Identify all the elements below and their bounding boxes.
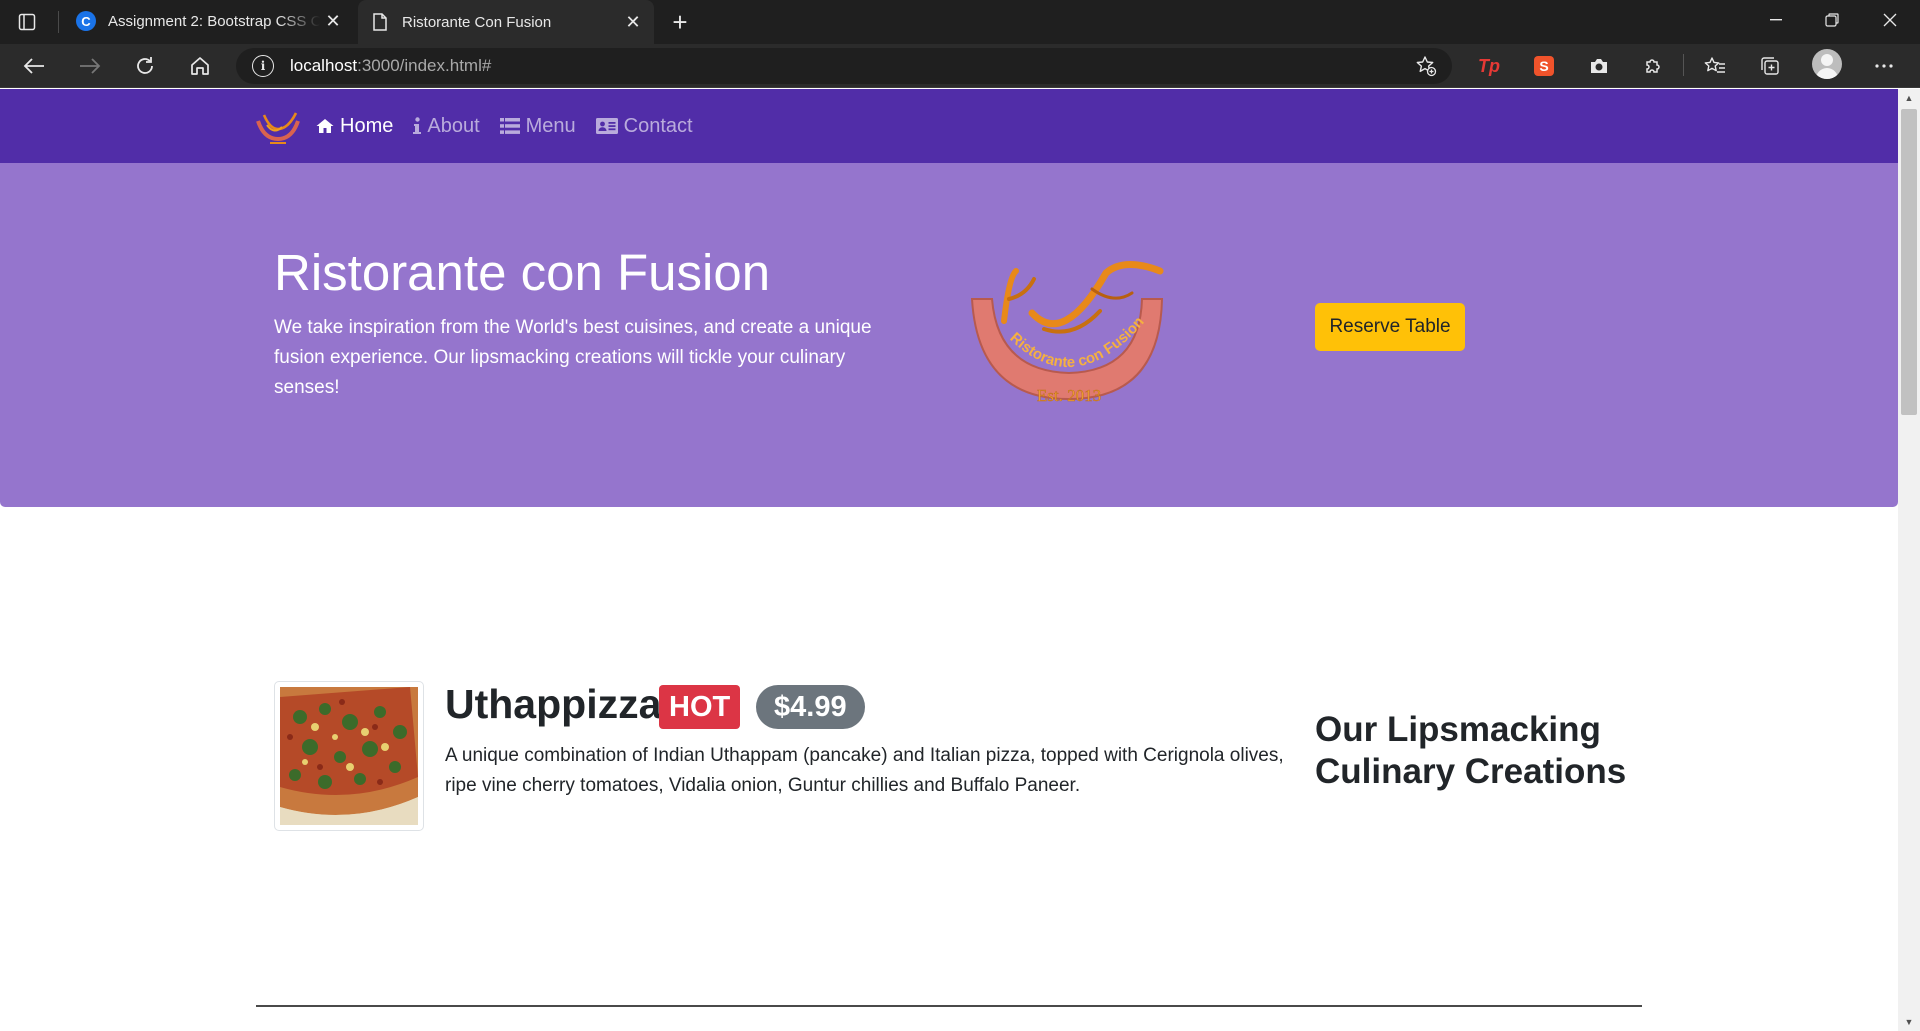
profile-avatar[interactable] xyxy=(1812,49,1842,79)
tab-ristorante[interactable]: Ristorante Con Fusion ✕ xyxy=(358,0,654,44)
browser-tab-strip: C Assignment 2: Bootstrap CSS Components… xyxy=(0,0,1920,44)
favorites-icon[interactable] xyxy=(1700,52,1730,80)
page-icon xyxy=(370,12,390,32)
site-navbar: Home About Menu Contact xyxy=(0,89,1898,163)
tab-separator xyxy=(58,11,59,33)
reserve-table-button[interactable]: Reserve Table xyxy=(1315,303,1465,351)
camera-icon[interactable] xyxy=(1584,52,1614,80)
jumbotron-title: Ristorante con Fusion xyxy=(274,244,771,301)
url-text: localhost:3000/index.html# xyxy=(290,56,492,75)
pizza-image xyxy=(280,687,418,825)
home-button[interactable] xyxy=(182,49,218,83)
nav-about[interactable]: About xyxy=(413,114,480,138)
dish-thumbnail[interactable] xyxy=(274,681,424,831)
dish-title: Uthappizza xyxy=(445,681,662,727)
address-card-icon xyxy=(595,118,618,134)
section-divider xyxy=(256,1005,1642,1007)
hot-badge: HOT xyxy=(659,685,741,729)
close-icon[interactable]: ✕ xyxy=(320,8,346,34)
jumbotron-text: We take inspiration from the World's bes… xyxy=(274,317,872,398)
nav-contact[interactable]: Contact xyxy=(595,114,693,138)
add-favorite-icon[interactable] xyxy=(1414,54,1438,78)
address-bar-row: i localhost:3000/index.html# Tp S xyxy=(0,44,1920,88)
page-viewport: Home About Menu Contact Ristorante con F… xyxy=(0,89,1898,1031)
nav-contact-label: Contact xyxy=(623,114,693,137)
scroll-thumb[interactable] xyxy=(1901,109,1917,415)
tp-extension-icon[interactable]: Tp xyxy=(1474,52,1504,80)
reload-button[interactable] xyxy=(127,49,163,83)
more-menu-icon[interactable] xyxy=(1869,52,1899,80)
nav-home[interactable]: Home xyxy=(316,115,393,138)
restaurant-logo: Ristorante con Fusion Est. 2013 xyxy=(970,261,1164,405)
address-bar[interactable]: i localhost:3000/index.html# xyxy=(236,48,1452,84)
nav-menu[interactable]: Menu xyxy=(499,114,576,138)
section-heading: Our Lipsmacking Culinary Creations xyxy=(1315,710,1627,791)
s-extension-icon[interactable]: S xyxy=(1529,52,1559,80)
nav-about-label: About xyxy=(427,114,480,137)
tab-title: Assignment 2: Bootstrap CSS Components xyxy=(108,12,320,30)
brand-logo[interactable] xyxy=(254,109,302,147)
close-icon[interactable]: ✕ xyxy=(620,9,646,35)
jumbotron: Ristorante con Fusion We take inspiratio… xyxy=(0,163,1898,507)
price-badge: $4.99 xyxy=(756,685,865,729)
info-icon xyxy=(413,117,422,135)
home-icon xyxy=(316,118,334,134)
page-scrollbar[interactable]: ▲ ▼ xyxy=(1898,89,1920,1031)
minimize-button[interactable] xyxy=(1748,0,1804,40)
new-tab-button[interactable]: + xyxy=(664,6,696,38)
list-icon xyxy=(499,118,520,134)
forward-button[interactable] xyxy=(72,49,108,83)
close-window-button[interactable] xyxy=(1862,0,1918,40)
puzzle-icon[interactable] xyxy=(1638,52,1668,80)
nav-menu-label: Menu xyxy=(525,114,576,137)
dish-description: A unique combination of Indian Uthappam … xyxy=(445,745,1284,796)
restore-button[interactable] xyxy=(1804,0,1860,40)
tab-actions-icon[interactable] xyxy=(14,9,40,35)
site-info-icon[interactable]: i xyxy=(252,55,274,77)
scroll-down-arrow-icon[interactable]: ▼ xyxy=(1898,1013,1920,1031)
toolbar-separator xyxy=(1683,54,1684,76)
tab-title: Ristorante Con Fusion xyxy=(402,13,552,31)
back-button[interactable] xyxy=(16,49,52,83)
tab-assignment[interactable]: C Assignment 2: Bootstrap CSS Components… xyxy=(64,2,354,40)
nav-links: Home About Menu Contact xyxy=(316,89,713,163)
scroll-up-arrow-icon[interactable]: ▲ xyxy=(1898,89,1920,107)
coursera-icon: C xyxy=(76,11,96,31)
logo-est-text: Est. 2013 xyxy=(1037,386,1101,405)
collections-icon[interactable] xyxy=(1755,52,1785,80)
nav-home-label: Home xyxy=(340,114,394,137)
